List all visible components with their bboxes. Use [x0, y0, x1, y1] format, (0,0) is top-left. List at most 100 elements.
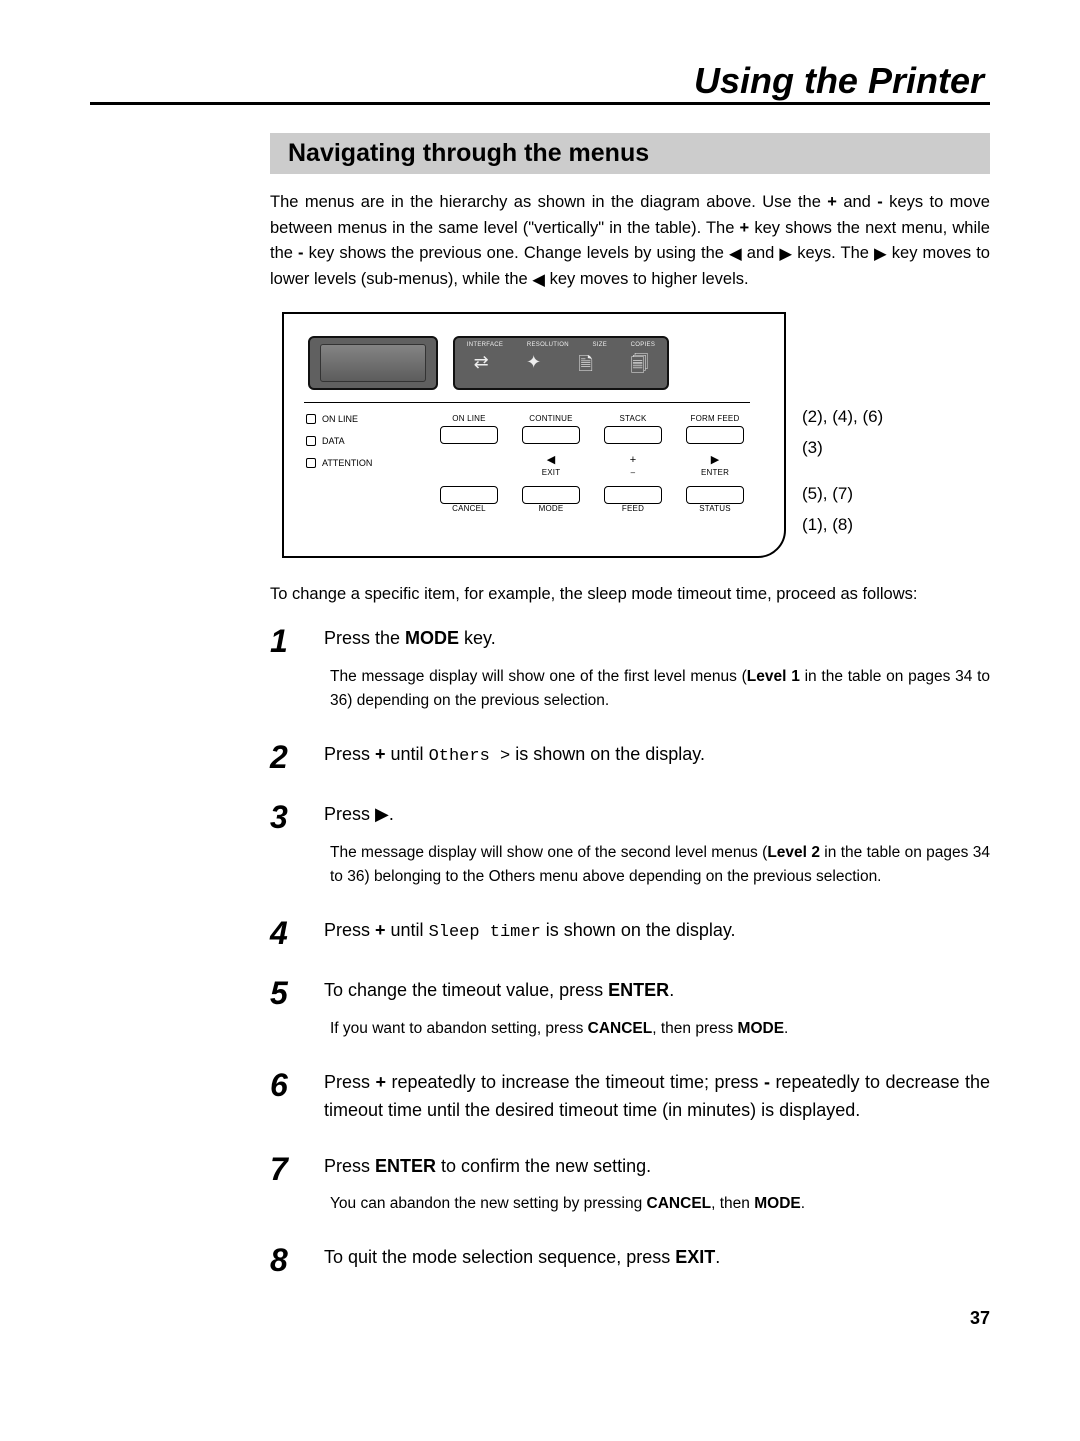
text: To change the timeout value, press — [324, 980, 608, 1000]
step-sub: If you want to abandon setting, press CA… — [324, 1017, 990, 1041]
key-name: MODE — [738, 1020, 785, 1037]
text: Press — [324, 920, 375, 940]
button-label: CANCEL — [434, 504, 504, 513]
display-text: Sleep timer — [429, 923, 541, 942]
text: The message display will show one of the… — [330, 668, 747, 685]
step-number: 8 — [270, 1244, 300, 1276]
control-panel-figure: INTERFACE RESOLUTION SIZE COPIES ⇄ ✦ 🗎 🗐… — [282, 312, 990, 558]
key-name: MODE — [754, 1195, 801, 1212]
right-triangle-icon: ▶ — [874, 242, 887, 268]
copies-icon: 🗐 — [630, 352, 648, 382]
step-item: 5 To change the timeout value, press ENT… — [270, 977, 990, 1041]
panel-button — [686, 426, 744, 444]
text: Press — [324, 744, 375, 764]
text: Press — [324, 804, 375, 824]
text: and — [837, 193, 877, 211]
size-icon: 🗎 — [579, 352, 593, 382]
right-arrow-icon: ▶ — [711, 454, 719, 466]
key-name: MODE — [405, 628, 459, 648]
text: The menus are in the hierarchy as shown … — [270, 193, 827, 211]
button-label: EXIT — [516, 468, 586, 477]
step-head: Press + until Others > is shown on the d… — [324, 741, 990, 770]
text: Press the — [324, 628, 405, 648]
step-number: 4 — [270, 917, 300, 949]
text: The message display will show one of the… — [330, 844, 767, 861]
text: Press — [324, 1072, 375, 1092]
intro-paragraph: The menus are in the hierarchy as shown … — [270, 190, 990, 292]
step-number: 3 — [270, 801, 300, 889]
content-column: Navigating through the menus The menus a… — [270, 133, 990, 1329]
icon-label: RESOLUTION — [527, 342, 569, 348]
panel-button — [604, 426, 662, 444]
step-head: Press + repeatedly to increase the timeo… — [324, 1069, 990, 1125]
step-number: 7 — [270, 1153, 300, 1217]
text: and — [742, 244, 780, 262]
button-grid: ON LINE CONTINUE STACK FORM FEED ◀EXIT +… — [434, 414, 750, 522]
icon-label: INTERFACE — [467, 342, 503, 348]
plus-key: + — [827, 193, 837, 211]
button-label: STATUS — [680, 504, 750, 513]
led-label: ATTENTION — [322, 458, 372, 468]
text: keys. The — [792, 244, 874, 262]
callout: (1), (8) — [802, 512, 883, 538]
text: . — [801, 1195, 805, 1212]
interface-icon: ⇄ — [474, 352, 489, 382]
document-page: Using the Printer Navigating through the… — [0, 0, 1080, 1369]
lcd-inner — [320, 344, 426, 382]
left-triangle-icon: ◀ — [729, 242, 742, 268]
text: . — [784, 1020, 788, 1037]
text: until — [386, 920, 429, 940]
right-triangle-icon: ▶ — [779, 242, 792, 268]
led-label: ON LINE — [322, 414, 358, 424]
step-sub: The message display will show one of the… — [324, 665, 990, 713]
step-head: Press ENTER to confirm the new setting. — [324, 1153, 990, 1181]
panel-button — [686, 486, 744, 504]
status-icon-row: INTERFACE RESOLUTION SIZE COPIES ⇄ ✦ 🗎 🗐 — [453, 336, 669, 390]
resolution-icon: ✦ — [526, 352, 541, 382]
text: You can abandon the new setting by press… — [330, 1195, 647, 1212]
text: repeatedly to increase the timeout time;… — [386, 1072, 764, 1092]
panel-button — [522, 486, 580, 504]
plus-key: + — [740, 219, 750, 237]
icon-label: COPIES — [631, 342, 655, 348]
step-number: 6 — [270, 1069, 300, 1125]
lead-sentence: To change a specific item, for example, … — [270, 582, 990, 607]
plus-key: + — [375, 920, 386, 940]
panel-button — [604, 486, 662, 504]
button-label: ENTER — [680, 468, 750, 477]
button-label: ON LINE — [434, 414, 504, 423]
button-label: CONTINUE — [516, 414, 586, 423]
text: is shown on the display. — [541, 920, 736, 940]
figure-callouts: (2), (4), (6) (3) (5), (7) (1), (8) — [802, 312, 883, 558]
text: , then press — [652, 1020, 737, 1037]
step-item: 1 Press the MODE key. The message displa… — [270, 625, 990, 713]
step-sub: You can abandon the new setting by press… — [324, 1192, 990, 1216]
plus-key: + — [375, 1072, 386, 1092]
level-name: Level 1 — [747, 668, 800, 685]
step-head: Press + until Sleep timer is shown on th… — [324, 917, 990, 946]
step-head: Press the MODE key. — [324, 625, 990, 653]
callout: (5), (7) — [802, 481, 883, 507]
led-label: DATA — [322, 436, 345, 446]
icon-label: SIZE — [592, 342, 607, 348]
key-name: EXIT — [675, 1247, 715, 1267]
led-column: ON LINE DATA ATTENTION — [296, 402, 428, 468]
step-item: 6 Press + repeatedly to increase the tim… — [270, 1069, 990, 1125]
text: until — [386, 744, 429, 764]
led-indicator — [306, 414, 316, 424]
plus-key: + — [375, 744, 386, 764]
left-triangle-icon: ◀ — [532, 268, 545, 294]
callout: (3) — [802, 435, 883, 461]
step-item: 4 Press + until Sleep timer is shown on … — [270, 917, 990, 949]
button-label: MODE — [516, 504, 586, 513]
key-name: CANCEL — [647, 1195, 712, 1212]
steps-list: 1 Press the MODE key. The message displa… — [270, 625, 990, 1276]
step-number: 5 — [270, 977, 300, 1041]
button-label: STACK — [598, 414, 668, 423]
step-number: 1 — [270, 625, 300, 713]
button-label: FORM FEED — [680, 414, 750, 423]
text: is shown on the display. — [510, 744, 705, 764]
step-number: 2 — [270, 741, 300, 773]
step-sub: The message display will show one of the… — [324, 841, 990, 889]
left-arrow-icon: ◀ — [547, 454, 555, 466]
